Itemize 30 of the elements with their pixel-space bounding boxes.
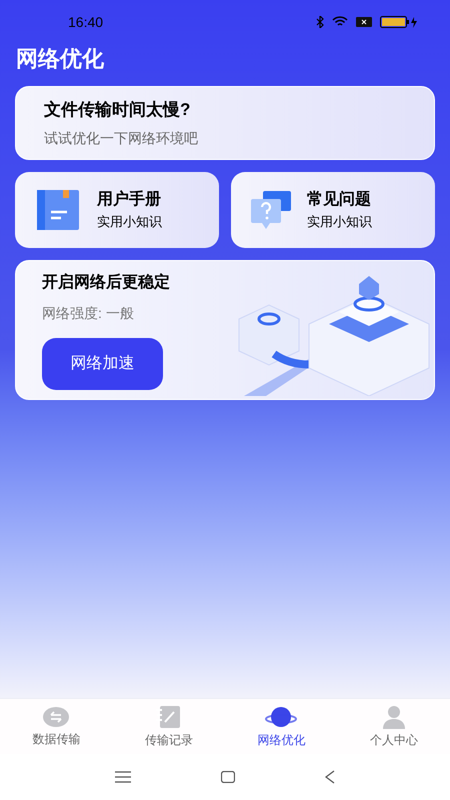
sim-icon [356, 17, 372, 27]
back-icon[interactable] [325, 770, 335, 784]
tab-item[interactable]: 传输记录 [112, 699, 225, 754]
status-time: 16:40 [68, 12, 104, 32]
tab-item[interactable]: 个人中心 [338, 699, 450, 754]
shortcut-card[interactable]: 常见问题 实用小知识 [231, 172, 435, 248]
shortcut-subtitle: 实用小知识 [307, 213, 372, 232]
boost-button[interactable]: 网络加速 [42, 338, 163, 390]
shortcut-title: 用户手册 [97, 189, 162, 210]
home-icon[interactable] [221, 771, 235, 783]
wifi-icon [332, 16, 348, 28]
menu-icon[interactable] [115, 771, 131, 783]
shortcut-subtitle: 实用小知识 [97, 213, 162, 232]
tab-item[interactable]: 数据传输 [0, 699, 112, 754]
page-title: 网络优化 [15, 45, 105, 73]
tip-title: 文件传输时间太慢? [44, 98, 192, 121]
tab-item[interactable]: 网络优化 [225, 699, 338, 754]
tip-card[interactable]: 文件传输时间太慢? 试试优化一下网络环境吧 [15, 86, 435, 160]
planet-icon [265, 704, 298, 728]
arrows-icon [42, 706, 70, 728]
battery-icon [380, 16, 418, 28]
book-icon [35, 190, 81, 230]
bluetooth-icon [316, 16, 324, 28]
tip-subtitle: 试试优化一下网络环境吧 [44, 129, 199, 148]
question-chat-icon [251, 191, 291, 229]
boost-title: 开启网络后更稳定 [42, 272, 170, 292]
strength-label: 网络强度: 一般 [42, 304, 135, 322]
person-icon [380, 704, 407, 728]
shortcut-title: 常见问题 [307, 190, 372, 210]
shortcut-card[interactable]: 用户手册 实用小知识 [15, 172, 219, 248]
